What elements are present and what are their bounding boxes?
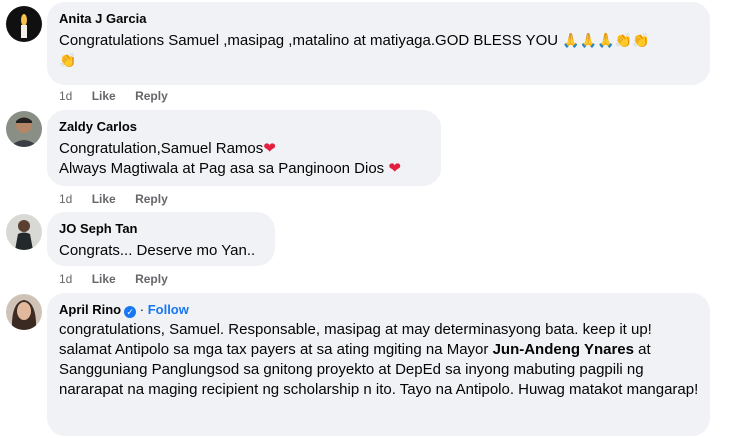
comment-text-line2: 👏 [59,51,698,71]
avatar[interactable] [6,111,42,147]
comment-line: Always Magtiwala at Pag asa sa Panginoon… [59,160,385,177]
reply-button[interactable]: Reply [135,272,168,286]
separator-dot: · [139,302,145,317]
commenter-name[interactable]: April Rino [59,302,121,317]
comment-line: Congratulations Samuel ,masipag ,matalin… [59,32,559,49]
heart-emoji: ❤ [388,160,401,177]
avatar[interactable] [6,6,42,42]
comment-text: congratulations, Samuel. Responsable, ma… [59,320,701,400]
commenter-name[interactable]: Zaldy Carlos [59,118,429,135]
comment-text: Congratulation,Samuel Ramos❤ [59,139,429,159]
like-button[interactable]: Like [92,89,116,103]
comment-bubble: JO Seph Tan Congrats... Deserve mo Yan.. [47,212,275,266]
commenter-name[interactable]: JO Seph Tan [59,220,263,237]
emoji-reactions: 🙏🙏🙏👏👏 [562,33,650,49]
comment-bubble: April Rino ✓ · Follow congratulations, Sa… [47,293,710,436]
avatar[interactable] [6,214,42,250]
comment-time[interactable]: 1d [59,272,72,286]
heart-emoji: ❤ [263,140,276,157]
mentioned-name[interactable]: Jun-Andeng Ynares [493,341,634,358]
clap-emoji: 👏 [59,53,77,69]
follow-button[interactable]: Follow [148,302,189,317]
comment-bubble: Anita J Garcia Congratulations Samuel ,m… [47,2,710,85]
comment-actions: 1d Like Reply [59,192,184,206]
comment-text: Congrats... Deserve mo Yan.. [59,242,256,259]
comment-line: Congratulation,Samuel Ramos [59,140,264,157]
comment-time[interactable]: 1d [59,89,72,103]
commenter-header: April Rino ✓ · Follow [59,301,698,318]
verified-badge-icon: ✓ [124,306,137,318]
comment-text: Congratulations Samuel ,masipag ,matalin… [59,31,698,51]
like-button[interactable]: Like [92,192,116,206]
reply-button[interactable]: Reply [135,192,168,206]
comment-text-line2: Always Magtiwala at Pag asa sa Panginoon… [59,159,429,179]
comment-actions: 1d Like Reply [59,89,184,103]
like-button[interactable]: Like [92,272,116,286]
commenter-name[interactable]: Anita J Garcia [59,10,698,27]
avatar[interactable] [6,294,42,330]
comment-time[interactable]: 1d [59,192,72,206]
comment-actions: 1d Like Reply [59,272,184,286]
comment-bubble: Zaldy Carlos Congratulation,Samuel Ramos… [47,110,441,186]
reply-button[interactable]: Reply [135,89,168,103]
